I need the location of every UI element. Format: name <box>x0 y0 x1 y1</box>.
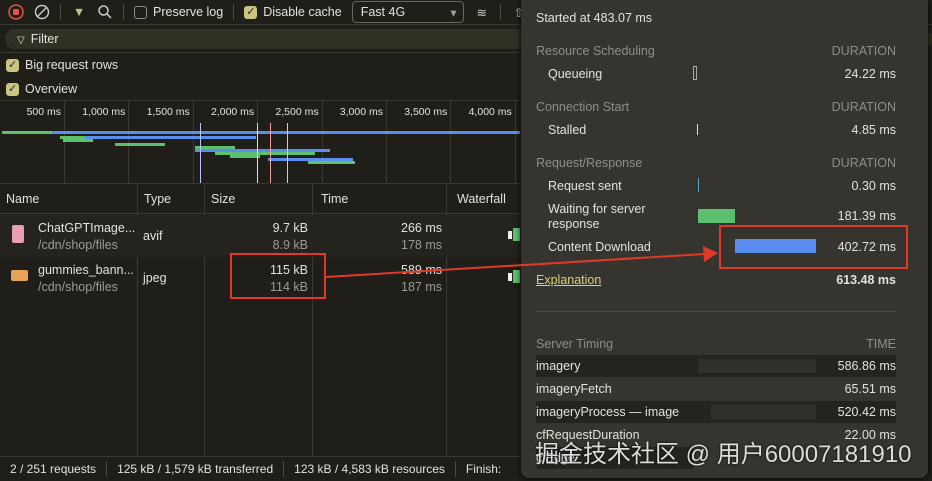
watermark: 掘金技术社区 @ 用户60007181910 <box>535 441 912 468</box>
annotation-arrow <box>325 246 718 278</box>
